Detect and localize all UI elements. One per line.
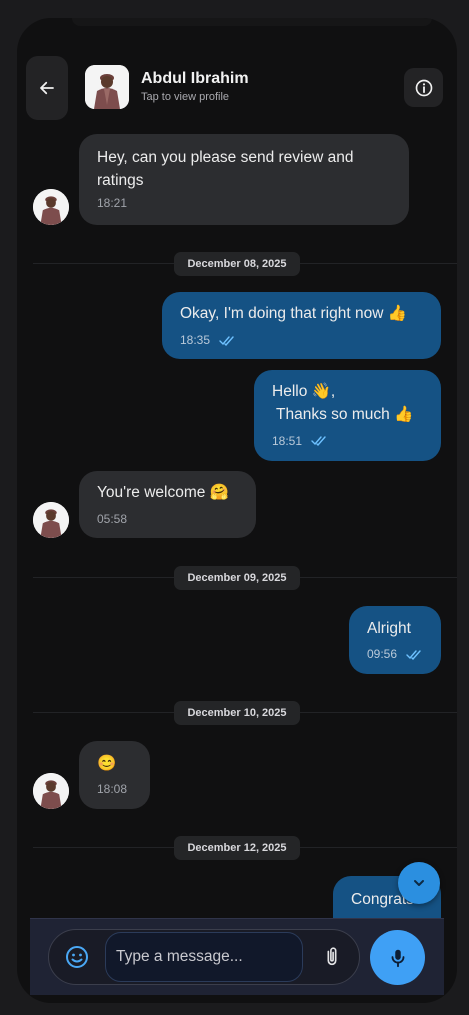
contact-name[interactable]: Abdul Ibrahim xyxy=(141,70,249,88)
composer-input-container xyxy=(48,929,360,985)
microphone-icon xyxy=(391,949,404,967)
info-button[interactable] xyxy=(404,68,443,107)
message-bubble-outgoing[interactable]: Alright 09:56 xyxy=(349,606,441,674)
emoji-icon xyxy=(66,946,88,968)
sender-avatar[interactable] xyxy=(33,502,69,538)
message-text: You're welcome 🤗 xyxy=(97,484,229,501)
message-time: 18:21 xyxy=(97,196,128,210)
phone-frame: Abdul Ibrahim Tap to view profile Hey, c… xyxy=(17,18,457,1003)
double-check-icon xyxy=(406,650,421,660)
date-separator: December 10, 2025 xyxy=(174,701,300,725)
person-photo-icon xyxy=(33,189,69,225)
scroll-to-bottom-button[interactable] xyxy=(398,862,440,904)
paperclip-icon xyxy=(327,947,337,966)
message-text: Hello 👋, Thanks so much 👍 xyxy=(272,383,414,423)
message-text: Alright xyxy=(367,620,411,637)
emoji-button[interactable] xyxy=(63,943,91,971)
back-arrow-icon xyxy=(40,81,54,95)
voice-record-button[interactable] xyxy=(370,930,425,985)
message-bubble-incoming[interactable]: You're welcome 🤗 05:58 xyxy=(79,471,256,538)
date-separator: December 12, 2025 xyxy=(174,836,300,860)
message-text: 😊 xyxy=(97,755,117,772)
sender-avatar[interactable] xyxy=(33,773,69,809)
person-photo-icon xyxy=(33,773,69,809)
back-button[interactable] xyxy=(26,56,68,120)
message-bubble-outgoing[interactable]: Hello 👋, Thanks so much 👍 18:51 xyxy=(254,370,441,461)
message-text: Okay, I'm doing that right now 👍 xyxy=(180,305,408,322)
sender-avatar[interactable] xyxy=(33,189,69,225)
attach-button[interactable] xyxy=(317,942,347,972)
chat-header: Abdul Ibrahim Tap to view profile xyxy=(17,56,457,120)
message-bubble-incoming[interactable]: Hey, can you please send review and rati… xyxy=(79,134,409,225)
message-composer xyxy=(30,918,444,995)
message-bubble-outgoing[interactable]: Okay, I'm doing that right now 👍 18:35 xyxy=(162,292,441,359)
message-time: 18:35 xyxy=(180,333,211,347)
message-input[interactable] xyxy=(105,932,303,982)
view-profile-hint[interactable]: Tap to view profile xyxy=(141,91,229,103)
person-photo-icon xyxy=(85,65,129,109)
status-notch xyxy=(72,18,432,26)
contact-avatar[interactable] xyxy=(85,65,129,109)
double-check-icon xyxy=(311,436,326,446)
chevron-down-icon xyxy=(414,880,424,886)
message-time: 05:58 xyxy=(97,512,128,526)
message-time: 09:56 xyxy=(367,647,398,661)
person-photo-icon xyxy=(33,502,69,538)
double-check-icon xyxy=(219,336,234,346)
info-icon xyxy=(415,79,432,96)
message-bubble-incoming[interactable]: 😊 18:08 xyxy=(79,741,150,809)
message-text: Hey, can you please send review and rati… xyxy=(97,149,354,189)
date-separator: December 09, 2025 xyxy=(174,566,300,590)
date-separator: December 08, 2025 xyxy=(174,252,300,276)
message-time: 18:08 xyxy=(97,782,128,796)
message-time: 18:51 xyxy=(272,434,303,448)
